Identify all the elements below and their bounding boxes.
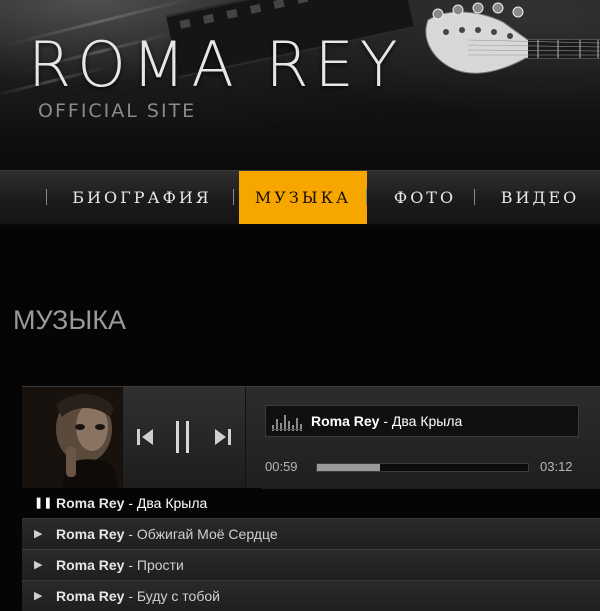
nav-separator: [366, 189, 367, 205]
playlist-item-separator: -: [124, 588, 137, 604]
playlist-item-artist: Roma Rey: [56, 526, 125, 542]
playlist-item-title: Прости: [136, 557, 184, 573]
equalizer-icon: [272, 415, 302, 431]
playlist-item[interactable]: ▶ Roma Rey - Обжигай Моё Сердце: [22, 518, 600, 549]
next-icon[interactable]: [211, 417, 233, 457]
playlist-item-title: Два Крыла: [136, 495, 208, 511]
guitar-headstock-image: [425, 2, 600, 74]
audio-player: Roma Rey - Два Крыла 00:59 03:12: [22, 386, 600, 489]
site-header: ROMA REY OFFICIAL SITE: [0, 0, 600, 170]
playlist-item-title: Обжигай Моё Сердце: [136, 526, 278, 542]
album-cover-image: [22, 387, 122, 489]
current-time: 00:59: [265, 459, 298, 474]
nav-separator: [233, 189, 234, 205]
main-navigation: БИОГРАФИЯ МУЗЫКА ФОТО ВИДЕО: [0, 170, 600, 225]
previous-icon[interactable]: [135, 417, 157, 457]
playlist-item-separator: -: [124, 495, 137, 511]
playlist-item-title: Буду с тобой: [136, 588, 220, 604]
site-logo-title[interactable]: ROMA REY: [28, 28, 404, 101]
playlist-item-artist: Roma Rey: [56, 557, 125, 573]
nav-separator: [46, 189, 47, 205]
playback-controls: [122, 387, 246, 489]
play-icon: ▶: [34, 590, 43, 602]
nav-separator: [474, 189, 475, 205]
playlist-item[interactable]: ▶ Roma Rey - Буду с тобой: [22, 580, 600, 611]
nav-item-biography[interactable]: БИОГРАФИЯ: [60, 171, 224, 224]
play-icon: ▶: [34, 559, 43, 571]
now-playing-song: Два Крыла: [391, 413, 463, 429]
playlist-item[interactable]: ▶ Roma Rey - Прости: [22, 549, 600, 580]
progress-bar[interactable]: [316, 463, 529, 472]
pause-icon: ❚❚: [34, 497, 53, 509]
progress-fill: [317, 464, 381, 471]
nav-item-video[interactable]: ВИДЕО: [490, 171, 590, 224]
now-playing-separator: -: [379, 413, 392, 429]
playlist-item-artist: Roma Rey: [56, 495, 125, 511]
now-playing-title: Roma Rey - Два Крыла: [311, 413, 462, 429]
now-playing-display: Roma Rey - Два Крыла: [265, 405, 579, 437]
playlist: ❚❚ Roma Rey - Два Крыла ▶ Roma Rey - Обж…: [22, 488, 600, 611]
now-playing-artist: Roma Rey: [311, 413, 380, 429]
nav-item-music[interactable]: МУЗЫКА: [239, 171, 367, 224]
playlist-item-separator: -: [124, 526, 137, 542]
playlist-item-artist: Roma Rey: [56, 588, 125, 604]
play-icon: ▶: [34, 528, 43, 540]
nav-item-photo[interactable]: ФОТО: [380, 171, 470, 224]
playlist-item-separator: -: [124, 557, 137, 573]
playlist-item[interactable]: ❚❚ Roma Rey - Два Крыла: [22, 488, 262, 518]
site-logo-subtitle: OFFICIAL SITE: [38, 100, 197, 122]
total-time: 03:12: [540, 459, 573, 474]
page-title: МУЗЫКА: [13, 305, 126, 335]
pause-icon[interactable]: [171, 417, 195, 457]
